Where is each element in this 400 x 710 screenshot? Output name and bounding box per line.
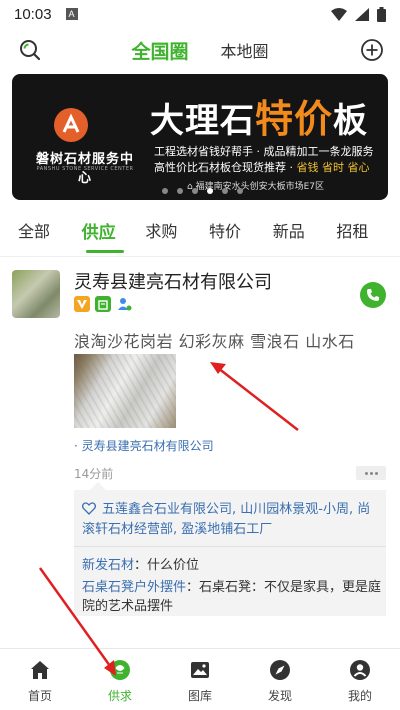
likes-text[interactable]: 五莲鑫合石业有限公司, 山川园林景观-小周, 尚滚轩石材经营部, 盈溪地铺石工厂 [82,502,370,537]
company-name[interactable]: 灵寿县建亮石材有限公司 [74,268,272,294]
status-time: 10:03 [14,5,52,23]
tab-rent[interactable]: 招租 [336,218,400,242]
banner-brand-sub: PANSHU STONE SERVICE CENTER [36,166,134,172]
nav-profile[interactable]: 我的 [320,649,400,710]
compass-icon [270,660,290,680]
nav-profile-label: 我的 [347,689,372,703]
heart-icon [82,502,96,515]
tab-purchase[interactable]: 求购 [145,218,209,242]
tab-national[interactable]: 全国圈 [131,37,188,64]
comment-user[interactable]: 石桌石凳户外摆件 [82,580,186,595]
battery-icon [377,6,386,22]
banner-line2: 高性价比石材板仓现货推荐 · 省钱 省时 省心 [154,159,370,175]
comment[interactable]: 新发石材：什么价位 [82,554,199,573]
tab-local[interactable]: 本地圈 [221,38,269,62]
nav-gallery[interactable]: 图库 [160,649,240,710]
comment-user[interactable]: 新发石材 [82,558,134,573]
verified-user-badge-icon [116,296,132,312]
promo-banner[interactable]: 磐树石材服务中心 PANSHU STONE SERVICE CENTER 大理石… [12,74,388,200]
tab-special-price[interactable]: 特价 [209,218,273,242]
post-content: 浪淘沙花岗岩 幻彩灰麻 雪浪石 山水石 [74,332,355,351]
carousel-dot[interactable] [177,188,183,194]
nav-discover-label: 发现 [267,689,292,703]
nav-supply[interactable]: 供求 [80,649,160,710]
bottom-nav: 首页 供求 图库 发现 我的 [0,648,400,710]
top-nav: 全国圈 本地圈 [0,28,400,72]
banner-title-pre: 大理石 [150,101,255,141]
post-time: 14分前 [74,467,114,481]
carousel-dot-active[interactable] [207,188,213,194]
comment[interactable]: 石桌石凳户外摆件：石桌石凳：不仅是家具，更是庭院的艺术品摆件 [82,578,382,616]
category-tabs: 全部 供应 求购 特价 新品 招租 [0,208,400,252]
banner-line2-highlight: 省钱 省时 省心 [296,161,370,174]
banner-title-highlight: 特价 [255,97,334,141]
brand-logo-icon [54,108,88,142]
active-tab-underline [86,250,124,253]
vip-badge-icon [74,296,90,312]
call-button[interactable] [360,282,386,308]
divider [74,546,386,547]
post-source-link[interactable]: · 灵寿县建亮石材有限公司 [74,437,214,454]
banner-line2-text: 高性价比石材板仓现货推荐 · [154,161,297,174]
nav-home[interactable]: 首页 [0,649,80,710]
wifi-icon [331,7,347,21]
banner-title-post: 板 [333,101,369,141]
home-icon [31,661,49,679]
gallery-icon [191,662,209,678]
divider [0,256,400,257]
carousel-dot[interactable] [237,188,243,194]
signal-icon [355,7,369,21]
nav-gallery-label: 图库 [187,689,212,703]
carousel-dot[interactable] [162,188,168,194]
annotation-arrow [210,362,299,431]
badges [74,296,132,312]
comment-box: 五莲鑫合石业有限公司, 山川园林景观-小周, 尚滚轩石材经营部, 盈溪地铺石工厂… [74,482,386,616]
likes-list: 五莲鑫合石业有限公司, 山川园林景观-小周, 尚滚轩石材经营部, 盈溪地铺石工厂 [82,500,380,540]
avatar[interactable] [12,270,60,318]
nav-supply-label: 供求 [107,689,132,703]
carousel-dot[interactable] [222,188,228,194]
tab-new[interactable]: 新品 [273,218,337,242]
comment-text: 什么价位 [147,558,200,573]
banner-title: 大理石特价板 [150,88,368,143]
notification-icon: A [65,8,78,20]
more-options-button[interactable] [356,466,386,480]
tab-all[interactable]: 全部 [18,218,82,242]
nav-discover[interactable]: 发现 [240,649,320,710]
supply-icon [110,660,130,680]
banner-line1: 工程选材省钱好帮手 · 成品精加工一条龙服务 [154,145,374,158]
nav-home-label: 首页 [27,689,52,703]
tab-supply[interactable]: 供应 [82,218,146,243]
status-bar: 10:03 A [0,0,400,28]
carousel-dots [162,188,243,194]
post-image[interactable] [74,354,176,428]
carousel-dot[interactable] [192,188,198,194]
enterprise-badge-icon [95,296,111,312]
profile-icon [350,660,370,680]
add-icon[interactable] [360,38,384,62]
phone-icon [367,289,379,301]
